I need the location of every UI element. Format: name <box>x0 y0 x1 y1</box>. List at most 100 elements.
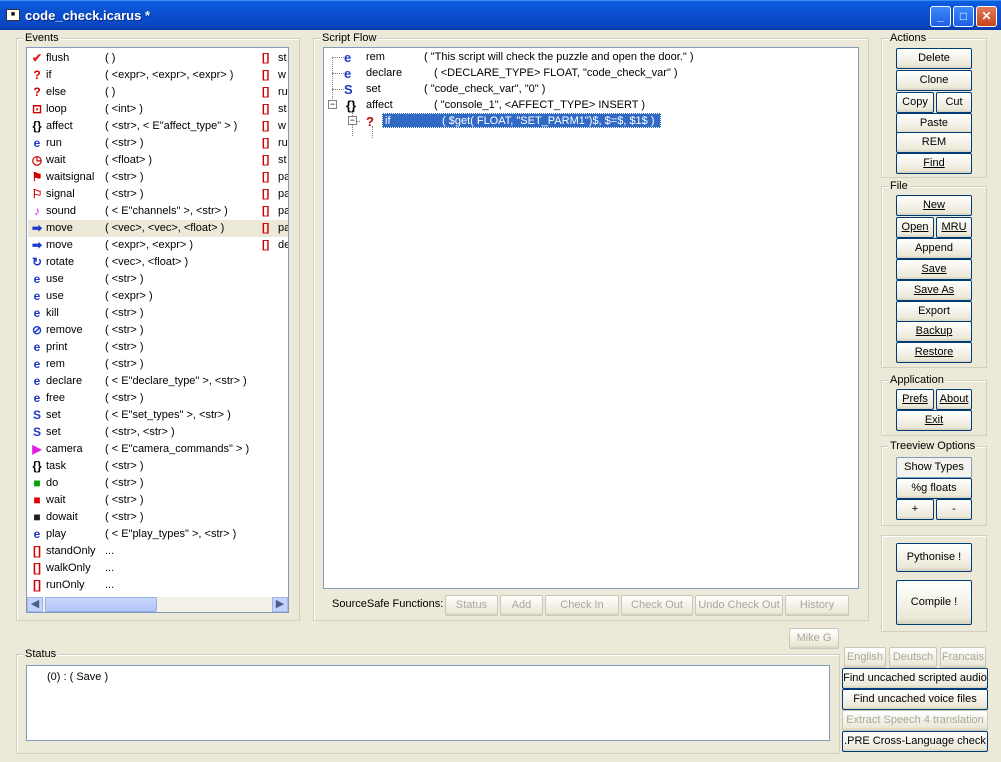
tree-node-rem[interactable]: e rem ( "This script will check the puzz… <box>344 49 704 65</box>
event-item-flush[interactable]: ✔ flush ( ) [] st <box>28 50 288 67</box>
event-item-remove[interactable]: ⊘ remove ( <str> ) <box>28 322 288 339</box>
deutsch-button[interactable]: Deutsch <box>889 647 937 668</box>
events-list[interactable]: ✔ flush ( ) [] st? if ( <expr>, <expr>, <expr>… <box>26 47 289 613</box>
event-item-play[interactable]: e play ( < E"play_types" >, <str> ) <box>28 526 288 543</box>
status-output[interactable]: (0) : ( Save ) <box>26 665 830 741</box>
save-as-button[interactable]: Save As <box>896 280 972 301</box>
event-item-loop[interactable]: ⊡ loop ( <int> ) [] st <box>28 101 288 118</box>
minimize-button[interactable]: _ <box>930 6 951 27</box>
tree-node-declare[interactable]: e declare ( <DECLARE_TYPE> FLOAT, "code_… <box>344 65 704 81</box>
paste-button[interactable]: Paste <box>896 113 972 134</box>
event-item-rem[interactable]: e rem ( <str> ) <box>28 356 288 373</box>
tree-node-affect[interactable]: − {} affect ( "console_1", <AFFECT_TYPE>… <box>328 97 688 113</box>
event-name: standOnly <box>46 545 96 557</box>
mru-button[interactable]: MRU <box>936 217 972 238</box>
event-item-else[interactable]: ? else ( ) [] ru <box>28 84 288 101</box>
delete-button[interactable]: Delete <box>896 48 972 69</box>
add-button[interactable]: Add <box>500 595 543 616</box>
maximize-button[interactable]: □ <box>953 6 974 27</box>
event-item-wait[interactable]: ■ wait ( <str> ) <box>28 492 288 509</box>
event-item-wait[interactable]: ◷ wait ( <float> ) [] st <box>28 152 288 169</box>
event-item-standonly[interactable]: [] standOnly... <box>28 543 288 560</box>
open-button[interactable]: Open <box>896 217 934 238</box>
check-in-button[interactable]: Check In <box>545 595 619 616</box>
cut-button[interactable]: Cut <box>936 92 972 113</box>
script-tree[interactable]: e rem ( "This script will check the puzz… <box>323 47 859 589</box>
event-item-print[interactable]: e print ( <str> ) <box>28 339 288 356</box>
event-item-kill[interactable]: e kill ( <str> ) <box>28 305 288 322</box>
find-uncached-audio-button[interactable]: Find uncached scripted audio <box>842 668 988 689</box>
history-button[interactable]: History <box>785 595 849 616</box>
show-types-toggle[interactable]: Show Types <box>896 457 972 478</box>
event-item-move[interactable]: ➡move ( <expr>, <expr> ) [] de <box>28 237 288 254</box>
event-item-rotate[interactable]: ↻ rotate ( <vec>, <float> ) <box>28 254 288 271</box>
declare-icon: e <box>344 66 352 81</box>
undo-check-out-button[interactable]: Undo Check Out <box>695 595 783 616</box>
rem-button[interactable]: REM <box>896 132 972 153</box>
collapse-icon[interactable]: − <box>348 116 357 125</box>
event-item-runonly[interactable]: [] runOnly... <box>28 577 288 594</box>
event-item-sound[interactable]: ♪ sound ( < E"channels" >, <str> ) [] pa <box>28 203 288 220</box>
save-button[interactable]: Save <box>896 259 972 280</box>
backup-button[interactable]: Backup <box>896 321 972 342</box>
find-uncached-voice-button[interactable]: Find uncached voice files <box>842 689 988 710</box>
collapse-icon[interactable]: − <box>328 100 337 109</box>
copy-button[interactable]: Copy <box>896 92 934 113</box>
new-button[interactable]: New <box>896 195 972 216</box>
restore-button[interactable]: Restore <box>896 342 972 363</box>
find-button[interactable]: Find <box>896 153 972 174</box>
print-icon: e <box>33 340 41 354</box>
export-button[interactable]: Export <box>896 301 972 322</box>
prefs-button[interactable]: Prefs <box>896 389 934 410</box>
check-out-button[interactable]: Check Out <box>621 595 693 616</box>
expand-all-button[interactable]: + <box>896 499 934 520</box>
event-item-task[interactable]: {} task ( <str> ) <box>28 458 288 475</box>
pre-cross-language-check-button[interactable]: .PRE Cross-Language check <box>842 731 988 752</box>
event-item-declare[interactable]: e declare ( < E"declare_type" >, <str> ) <box>28 373 288 390</box>
actions-label: Actions <box>888 32 929 44</box>
append-button[interactable]: Append <box>896 238 972 259</box>
event-item-do[interactable]: ■ do ( <str> ) <box>28 475 288 492</box>
event-item-set[interactable]: Sset ( < E"set_types" >, <str> ) <box>28 407 288 424</box>
open-button-label: Open <box>901 221 929 233</box>
event-args: ( <str> ) <box>105 188 144 200</box>
status-button[interactable]: Status <box>445 595 498 616</box>
scroll-left-icon[interactable]: ◀ <box>27 597 43 612</box>
event-item-set[interactable]: Sset ( <str>, <str> ) <box>28 424 288 441</box>
scroll-right-icon[interactable]: ▶ <box>272 597 288 612</box>
event-name: move <box>46 222 73 234</box>
event-item-affect[interactable]: {} affect ( <str>, < E"affect_type" > ) [] w <box>28 118 288 135</box>
clone-button[interactable]: Clone <box>896 70 972 91</box>
pythonise-button[interactable]: Pythonise ! <box>896 543 972 572</box>
event-item-signal[interactable]: ⚐signal ( <str> ) [] pa <box>28 186 288 203</box>
event-item-free[interactable]: e free ( <str> ) <box>28 390 288 407</box>
about-button[interactable]: About <box>936 389 972 410</box>
event-name: free <box>46 392 65 404</box>
compile-button[interactable]: Compile ! <box>896 580 972 625</box>
close-button[interactable]: ✕ <box>976 6 997 27</box>
english-button[interactable]: English <box>844 647 886 668</box>
extract-speech-button[interactable]: Extract Speech 4 translation <box>842 710 988 731</box>
event-item-use[interactable]: e use ( <expr> ) <box>28 288 288 305</box>
event-item-dowait[interactable]: ■ dowait ( <str> ) <box>28 509 288 526</box>
event-item-if[interactable]: ? if ( <expr>, <expr>, <expr> ) [] w <box>28 67 288 84</box>
francais-button[interactable]: Francais <box>940 647 986 668</box>
event-item-walkonly[interactable]: [] walkOnly... <box>28 560 288 577</box>
run-icon: e <box>33 136 41 150</box>
event-item-use[interactable]: e use ( <str> ) <box>28 271 288 288</box>
user-button[interactable]: Mike G <box>789 628 839 649</box>
event-item-waitsignal[interactable]: ⚑waitsignal ( <str> ) [] pa <box>28 169 288 186</box>
tree-node-if[interactable]: − ? if ( $get( FLOAT, "SET_PARM1")$, $=$… <box>348 113 668 129</box>
title-bar[interactable]: ■ code_check.icarus * _ □ ✕ <box>0 0 1001 30</box>
collapse-all-button[interactable]: - <box>936 499 972 520</box>
g-floats-toggle[interactable]: %g floats <box>896 478 972 499</box>
event-item-run[interactable]: e run ( <str> ) [] ru <box>28 135 288 152</box>
rem-icon: e <box>344 50 352 65</box>
scrollbar-thumb[interactable] <box>45 597 157 612</box>
exit-button[interactable]: Exit <box>896 410 972 431</box>
app-icon[interactable]: ■ <box>6 9 20 21</box>
event-item-camera[interactable]: ▶ camera ( < E"camera_commands" > ) <box>28 441 288 458</box>
tree-node-set[interactable]: S set ( "code_check_var", "0" ) <box>344 81 704 97</box>
event-item-move[interactable]: ➡move ( <vec>, <vec>, <float> ) [] pa <box>28 220 288 237</box>
horizontal-scrollbar[interactable]: ◀ ▶ <box>27 596 288 612</box>
